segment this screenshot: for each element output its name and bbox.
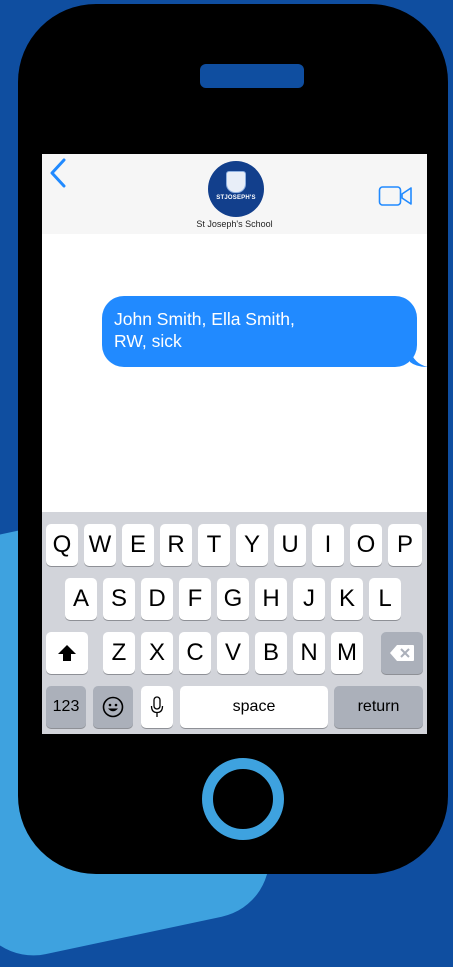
emoji-icon xyxy=(102,696,124,718)
avatar-logo-text: STJOSEPH'S xyxy=(216,194,256,201)
key-t[interactable]: T xyxy=(198,524,230,566)
keyboard: Q W E R T Y U I O P A S D F G H J K L Z … xyxy=(42,512,427,734)
key-o[interactable]: O xyxy=(350,524,382,566)
key-z[interactable]: Z xyxy=(103,632,135,674)
numbers-key[interactable]: 123 xyxy=(46,686,86,728)
delete-key[interactable] xyxy=(381,632,423,674)
space-key[interactable]: space xyxy=(180,686,328,728)
key-h[interactable]: H xyxy=(255,578,287,620)
backspace-icon xyxy=(390,645,414,661)
bubble-tail xyxy=(410,350,427,367)
key-r[interactable]: R xyxy=(160,524,192,566)
outgoing-message-bubble[interactable]: John Smith, Ella Smith, RW, sick xyxy=(102,296,417,367)
key-j[interactable]: J xyxy=(293,578,325,620)
phone-speaker xyxy=(200,64,304,88)
key-b[interactable]: B xyxy=(255,632,287,674)
key-l[interactable]: L xyxy=(369,578,401,620)
microphone-key[interactable] xyxy=(141,686,173,728)
home-button[interactable] xyxy=(202,758,284,840)
key-u[interactable]: U xyxy=(274,524,306,566)
shift-key[interactable] xyxy=(46,632,88,674)
microphone-icon xyxy=(150,696,164,717)
key-g[interactable]: G xyxy=(217,578,249,620)
key-d[interactable]: D xyxy=(141,578,173,620)
key-s[interactable]: S xyxy=(103,578,135,620)
school-crest-icon xyxy=(226,170,246,193)
key-v[interactable]: V xyxy=(217,632,249,674)
key-w[interactable]: W xyxy=(84,524,116,566)
message-line-2: RW, sick xyxy=(114,331,182,351)
return-key[interactable]: return xyxy=(334,686,423,728)
emoji-key[interactable] xyxy=(93,686,133,728)
key-c[interactable]: C xyxy=(179,632,211,674)
key-n[interactable]: N xyxy=(293,632,325,674)
key-e[interactable]: E xyxy=(122,524,154,566)
back-chevron-icon[interactable] xyxy=(47,158,71,188)
key-q[interactable]: Q xyxy=(46,524,78,566)
key-x[interactable]: X xyxy=(141,632,173,674)
phone-screen: STJOSEPH'S St Joseph's School John Smith… xyxy=(42,154,427,734)
contact-name[interactable]: St Joseph's School xyxy=(42,219,427,229)
key-i[interactable]: I xyxy=(312,524,344,566)
video-camera-icon[interactable] xyxy=(378,185,413,207)
key-m[interactable]: M xyxy=(331,632,363,674)
key-f[interactable]: F xyxy=(179,578,211,620)
key-a[interactable]: A xyxy=(65,578,97,620)
message-line-1: John Smith, Ella Smith, xyxy=(114,309,295,329)
key-p[interactable]: P xyxy=(388,524,422,566)
key-k[interactable]: K xyxy=(331,578,363,620)
shift-arrow-icon xyxy=(58,645,76,661)
key-y[interactable]: Y xyxy=(236,524,268,566)
contact-avatar[interactable]: STJOSEPH'S xyxy=(208,161,264,217)
conversation-header: STJOSEPH'S St Joseph's School xyxy=(42,154,427,234)
